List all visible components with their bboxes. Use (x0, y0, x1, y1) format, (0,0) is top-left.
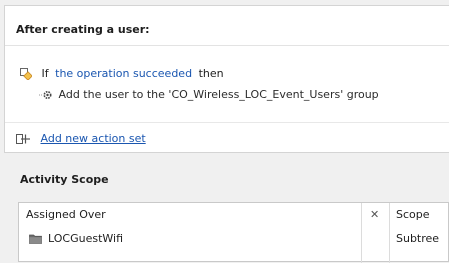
column-header-assigned-over[interactable]: Assigned Over (26, 203, 106, 226)
condition-icon (20, 68, 33, 81)
folder-icon (29, 233, 42, 244)
scope-table: Assigned Over ✕ Scope LOCGuestWifi Subtr… (18, 202, 449, 263)
remove-column-icon[interactable]: ✕ (370, 203, 379, 226)
divider (5, 122, 449, 123)
column-separator (389, 203, 390, 263)
section-header: After creating a user: (5, 6, 449, 46)
activity-scope-title: Activity Scope (20, 173, 109, 186)
condition-row: If the operation succeeded then (20, 67, 224, 81)
add-new-action-set-link[interactable]: Add new action set (41, 132, 146, 145)
action-row[interactable]: Add the user to the 'CO_Wireless_LOC_Eve… (39, 88, 379, 101)
then-keyword: then (198, 67, 224, 80)
if-keyword: If (41, 67, 49, 80)
action-sets-panel: After creating a user: If the operation … (4, 5, 449, 153)
activity-scope-section: Activity Scope Assigned Over ✕ Scope LOC… (4, 153, 449, 263)
row-scope[interactable]: Subtree (396, 228, 439, 250)
gear-icon (39, 89, 52, 101)
add-action-set-icon (16, 133, 32, 145)
row-name: LOCGuestWifi (48, 232, 124, 245)
section-title: After creating a user: (16, 23, 150, 36)
column-separator (361, 203, 362, 263)
column-header-scope[interactable]: Scope (396, 203, 430, 226)
condition-link[interactable]: the operation succeeded (55, 67, 192, 80)
add-action-row: Add new action set (16, 132, 146, 145)
action-text: Add the user to the 'CO_Wireless_LOC_Eve… (58, 88, 379, 101)
